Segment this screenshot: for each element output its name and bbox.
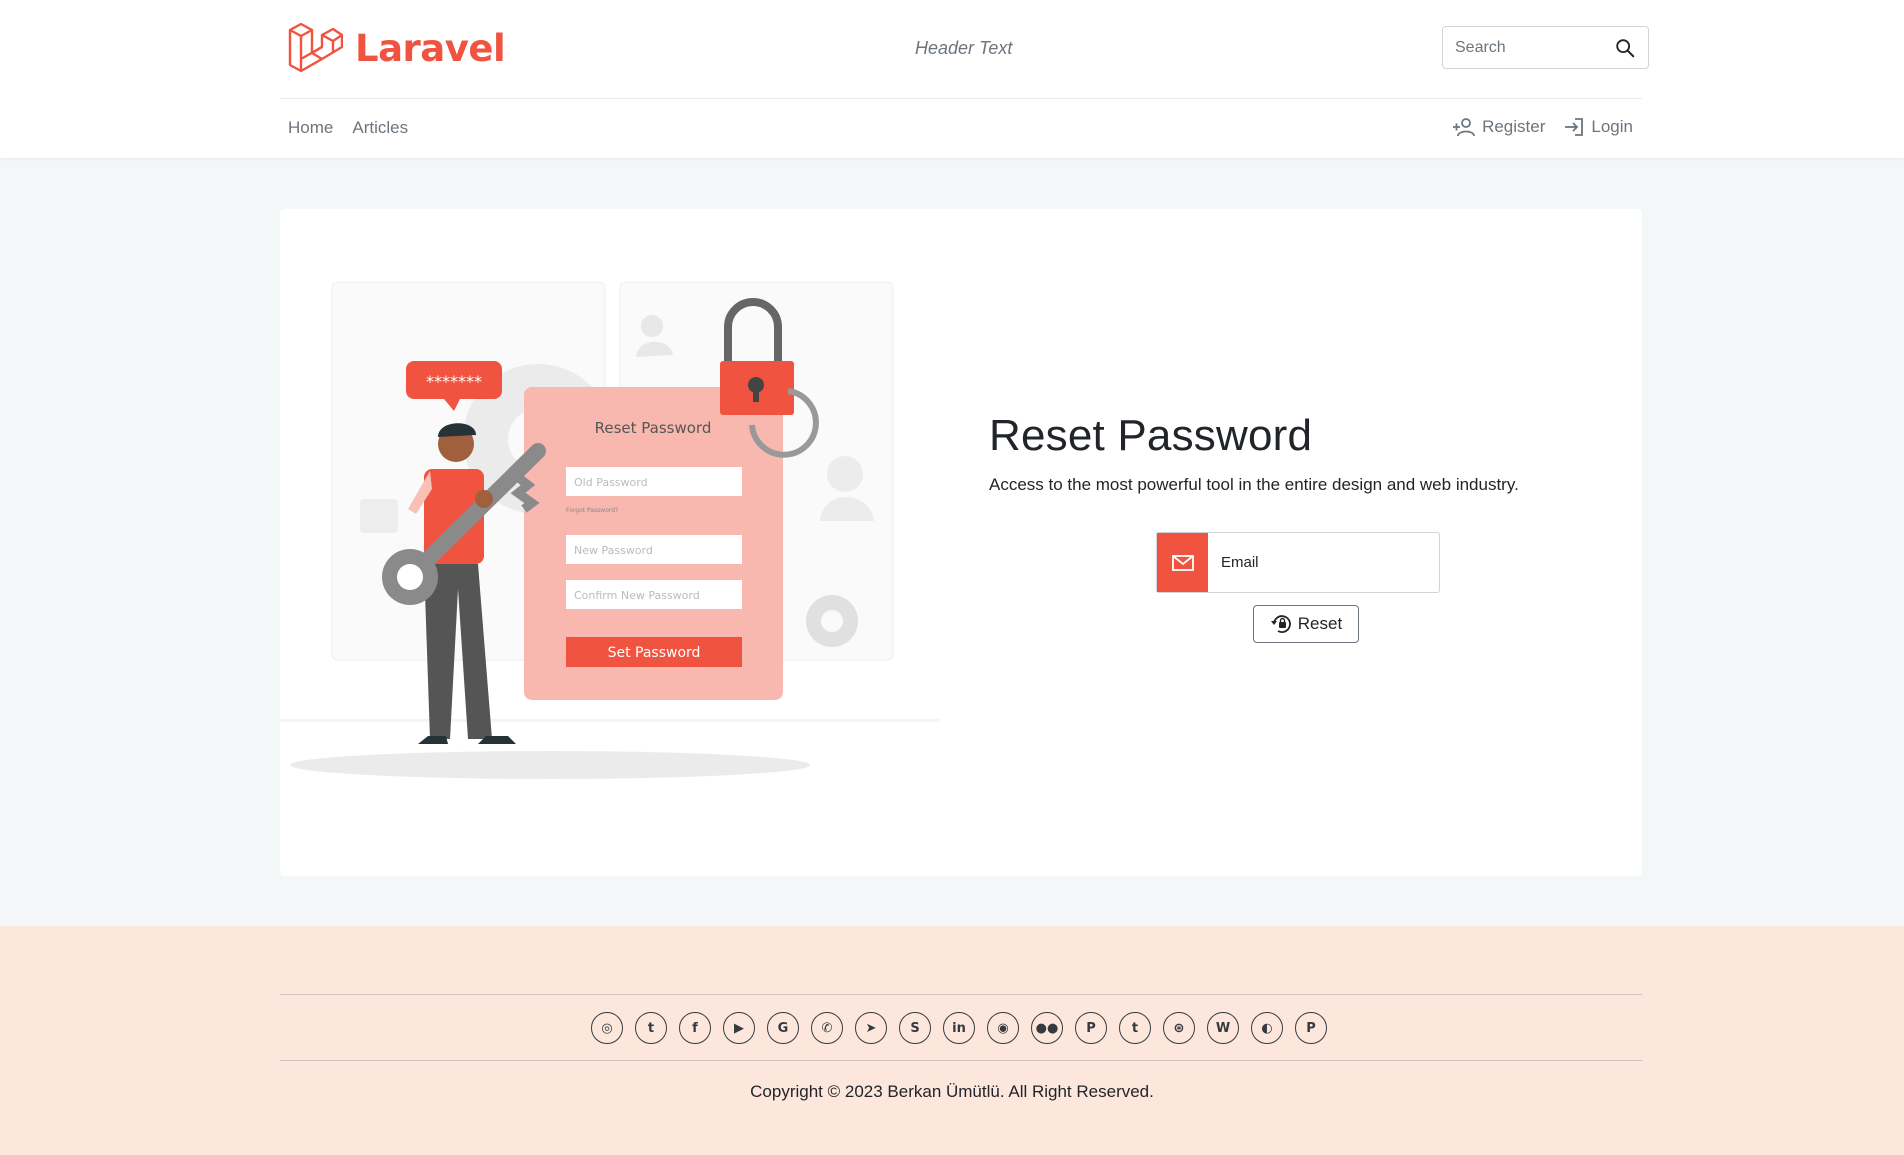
- illustration-new-password: New Password: [574, 544, 653, 557]
- footer-divider-top: [280, 994, 1642, 995]
- twitter-icon[interactable]: t: [635, 1012, 667, 1044]
- reset-card: Reset Password Old Password Forgot Passw…: [280, 209, 1642, 876]
- nav-login-label: Login: [1591, 117, 1633, 136]
- page-title: Reset Password: [989, 411, 1313, 460]
- paypal-icon[interactable]: P: [1295, 1012, 1327, 1044]
- facebook-icon[interactable]: f: [679, 1012, 711, 1044]
- nav-home[interactable]: Home: [288, 118, 333, 138]
- linkedin-icon[interactable]: in: [943, 1012, 975, 1044]
- whatsapp-icon[interactable]: ✆: [811, 1012, 843, 1044]
- illustration-confirm-password: Confirm New Password: [574, 589, 700, 602]
- nav-register[interactable]: Register: [1452, 117, 1545, 137]
- pinterest-icon[interactable]: P: [1075, 1012, 1107, 1044]
- header-divider: [280, 98, 1642, 99]
- search-box: [1442, 26, 1649, 69]
- dribbble-icon[interactable]: ⊛: [1163, 1012, 1195, 1044]
- tumblr-icon[interactable]: t: [1119, 1012, 1151, 1044]
- illustration-forgot: Forgot Password?: [566, 507, 618, 514]
- illustration-form-title: Reset Password: [595, 419, 712, 437]
- reset-button[interactable]: Reset: [1253, 605, 1359, 643]
- header-text: Header Text: [915, 38, 1013, 58]
- footer-divider-bottom: [280, 1060, 1642, 1061]
- github-icon[interactable]: ◉: [987, 1012, 1019, 1044]
- reset-form: Reset Password Access to the most powerf…: [989, 411, 1589, 643]
- search-input[interactable]: [1443, 27, 1603, 68]
- person-plus-icon: [1453, 118, 1475, 137]
- search-icon[interactable]: [1614, 37, 1636, 59]
- wordpress-icon[interactable]: W: [1207, 1012, 1239, 1044]
- page-subtitle: Access to the most powerful tool in the …: [989, 475, 1519, 494]
- laravel-logo-icon: [288, 22, 343, 73]
- copyright: Copyright © 2023 Berkan Ümütlü. All Righ…: [750, 1082, 1154, 1101]
- reset-password-illustration: Reset Password Old Password Forgot Passw…: [280, 281, 940, 779]
- nav-register-label: Register: [1482, 117, 1546, 136]
- social-links: ◎ t f ▶ G ✆ ➤ S in ◉ ●● P t ⊛ W ◐ P: [591, 1012, 1327, 1044]
- illustration-bubble: *******: [426, 372, 482, 391]
- medium-icon[interactable]: ●●: [1031, 1012, 1063, 1044]
- telegram-icon[interactable]: ➤: [855, 1012, 887, 1044]
- envelope-icon: [1171, 554, 1194, 571]
- reset-lock-icon: [1270, 615, 1291, 633]
- email-input-group: [1156, 532, 1440, 593]
- illustration-old-password: Old Password: [574, 476, 648, 489]
- illustration-set-password: Set Password: [608, 645, 701, 661]
- brand-logo[interactable]: Laravel: [287, 20, 506, 76]
- youtube-icon[interactable]: ▶: [723, 1012, 755, 1044]
- email-icon-box: [1157, 533, 1208, 592]
- instagram-icon[interactable]: ◎: [591, 1012, 623, 1044]
- google-icon[interactable]: G: [767, 1012, 799, 1044]
- brand-name: Laravel: [355, 26, 506, 70]
- site-footer: ◎ t f ▶ G ✆ ➤ S in ◉ ●● P t ⊛ W ◐ P Copy…: [0, 926, 1904, 1155]
- discord-icon[interactable]: ◐: [1251, 1012, 1283, 1044]
- auth-nav: Register Login: [1452, 116, 1633, 138]
- nav-login[interactable]: Login: [1563, 116, 1633, 138]
- login-icon: [1565, 118, 1584, 136]
- skype-icon[interactable]: S: [899, 1012, 931, 1044]
- site-header: Laravel Header Text Home Articles Regist…: [0, 0, 1904, 158]
- main-nav: Home Articles: [288, 118, 408, 138]
- nav-articles[interactable]: Articles: [352, 118, 408, 138]
- email-field[interactable]: [1208, 533, 1439, 592]
- reset-button-label: Reset: [1297, 614, 1343, 633]
